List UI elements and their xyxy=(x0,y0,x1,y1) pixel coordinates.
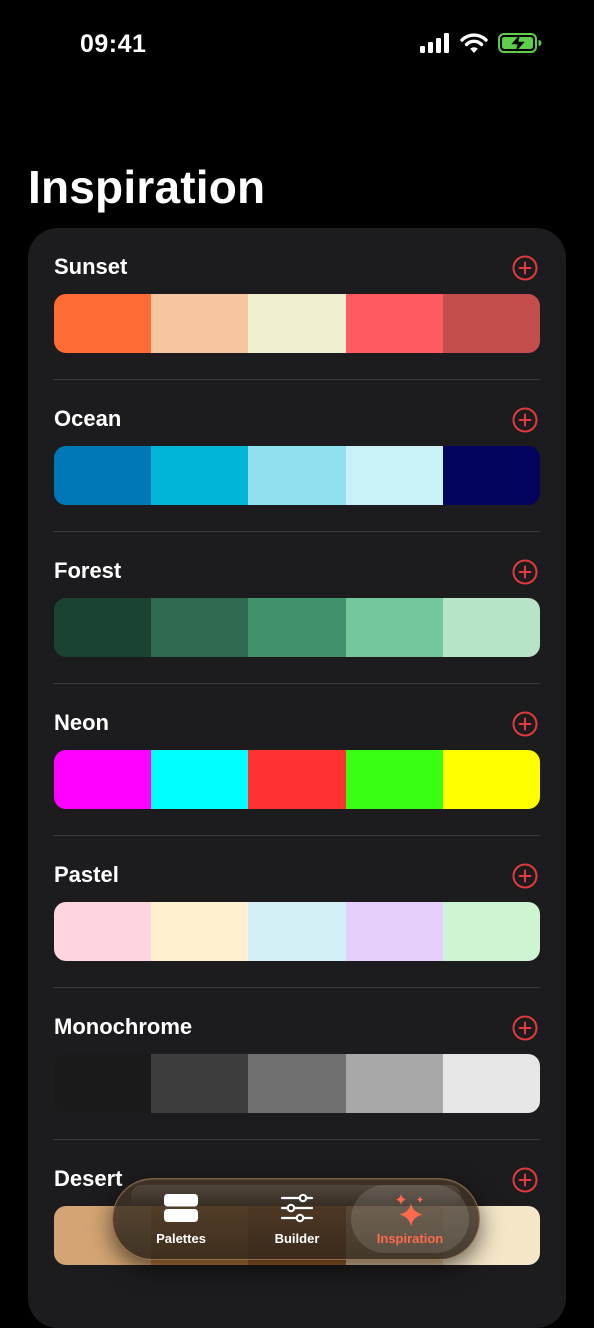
color-swatch[interactable] xyxy=(248,598,346,657)
color-swatch[interactable] xyxy=(151,446,249,505)
palette-name: Ocean xyxy=(54,406,122,431)
color-swatches[interactable] xyxy=(54,598,540,657)
plus-circle-icon xyxy=(512,1015,538,1041)
page-title: Inspiration xyxy=(28,161,266,213)
palette-name: Neon xyxy=(54,710,109,735)
color-swatch[interactable] xyxy=(442,902,540,961)
color-swatch[interactable] xyxy=(54,446,152,505)
color-swatch[interactable] xyxy=(54,1054,152,1113)
add-palette-button[interactable] xyxy=(512,1167,538,1193)
add-palette-button[interactable] xyxy=(512,711,538,737)
color-swatch[interactable] xyxy=(345,446,443,505)
plus-circle-icon xyxy=(512,711,538,737)
tab-label: Palettes xyxy=(156,1231,206,1246)
add-palette-button[interactable] xyxy=(512,1015,538,1041)
color-swatches[interactable] xyxy=(54,446,540,505)
status-time: 09:41 xyxy=(80,30,147,58)
color-swatch[interactable] xyxy=(442,294,540,353)
palette-name: Monochrome xyxy=(54,1014,193,1039)
status-icons xyxy=(420,32,542,54)
color-swatch[interactable] xyxy=(345,902,443,961)
status-bar: 09:41 xyxy=(0,0,594,90)
color-swatch[interactable] xyxy=(442,598,540,657)
color-swatch[interactable] xyxy=(345,750,443,809)
battery-charging-icon xyxy=(498,33,542,53)
color-swatch[interactable] xyxy=(248,1054,346,1113)
color-swatch[interactable] xyxy=(54,294,152,353)
add-palette-button[interactable] xyxy=(512,255,538,281)
color-swatches[interactable] xyxy=(54,902,540,961)
plus-circle-icon xyxy=(512,407,538,433)
color-swatches[interactable] xyxy=(54,750,540,809)
tab-label: Builder xyxy=(274,1231,320,1246)
color-swatch[interactable] xyxy=(248,446,346,505)
color-swatch[interactable] xyxy=(151,1054,249,1113)
plus-circle-icon xyxy=(512,1167,538,1193)
cellular-signal-icon xyxy=(420,33,449,53)
color-swatch[interactable] xyxy=(151,598,249,657)
color-swatch[interactable] xyxy=(442,446,540,505)
color-swatch[interactable] xyxy=(248,294,346,353)
color-swatch[interactable] xyxy=(442,1054,540,1113)
palette-list[interactable]: Sunset Ocean Forest Neon Pastel Monochro… xyxy=(28,228,566,1328)
plus-circle-icon xyxy=(512,863,538,889)
color-swatch[interactable] xyxy=(345,1054,443,1113)
palette-row-forest[interactable]: Forest xyxy=(54,532,540,684)
tab-label: Inspiration xyxy=(376,1231,444,1246)
add-palette-button[interactable] xyxy=(512,863,538,889)
palette-row-ocean[interactable]: Ocean xyxy=(54,380,540,532)
palette-name: Pastel xyxy=(54,862,119,887)
color-swatch[interactable] xyxy=(54,750,152,809)
palettes-icon xyxy=(164,1194,198,1222)
palette-row-sunset[interactable]: Sunset xyxy=(54,228,540,380)
palette-name: Forest xyxy=(54,558,122,583)
color-swatch[interactable] xyxy=(248,750,346,809)
tab-palettes[interactable]: Palettes xyxy=(125,1185,237,1253)
palette-row-neon[interactable]: Neon xyxy=(54,684,540,836)
color-swatch[interactable] xyxy=(54,598,152,657)
color-swatch[interactable] xyxy=(151,750,249,809)
palette-name: Sunset xyxy=(54,254,128,279)
color-swatch[interactable] xyxy=(151,902,249,961)
color-swatch[interactable] xyxy=(54,902,152,961)
wifi-icon xyxy=(460,32,488,53)
sliders-icon xyxy=(280,1193,314,1223)
tab-builder[interactable]: Builder xyxy=(241,1185,353,1253)
color-swatch[interactable] xyxy=(442,750,540,809)
color-swatches[interactable] xyxy=(54,294,540,353)
color-swatch[interactable] xyxy=(345,294,443,353)
palette-row-monochrome[interactable]: Monochrome xyxy=(54,988,540,1140)
color-swatches[interactable] xyxy=(54,1054,540,1113)
tab-bar: Palettes Builder Inspiration xyxy=(112,1178,480,1260)
palette-row-pastel[interactable]: Pastel xyxy=(54,836,540,988)
add-palette-button[interactable] xyxy=(512,559,538,585)
color-swatch[interactable] xyxy=(345,598,443,657)
plus-circle-icon xyxy=(512,255,538,281)
sparkles-icon xyxy=(396,1194,423,1227)
color-swatch[interactable] xyxy=(248,902,346,961)
tab-inspiration[interactable]: Inspiration xyxy=(351,1185,469,1253)
color-swatch[interactable] xyxy=(151,294,249,353)
add-palette-button[interactable] xyxy=(512,407,538,433)
plus-circle-icon xyxy=(512,559,538,585)
palette-name: Desert xyxy=(54,1166,123,1191)
